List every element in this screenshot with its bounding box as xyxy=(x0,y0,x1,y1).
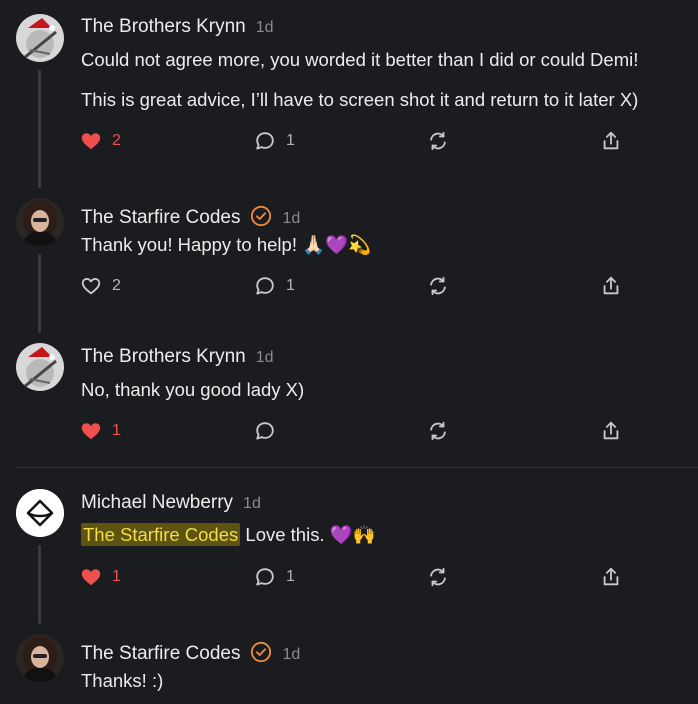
timestamp: 1d xyxy=(243,495,261,512)
comment-text-body: Love this. 💜🙌 xyxy=(245,524,376,545)
restack-button[interactable] xyxy=(427,419,449,443)
restack-icon xyxy=(427,275,449,297)
share-button[interactable] xyxy=(600,565,622,589)
comment: The Starfire Codes 1d Thank you! Happy t… xyxy=(0,190,698,335)
restack-button[interactable] xyxy=(427,565,449,589)
restack-button[interactable] xyxy=(427,274,449,298)
author-name[interactable]: The Starfire Codes xyxy=(81,207,240,229)
like-button[interactable]: 2 xyxy=(80,274,121,298)
reply-button[interactable]: 1 xyxy=(254,274,295,298)
comment: Michael Newberry 1d The Starfire Codes L… xyxy=(0,481,698,626)
restack-icon xyxy=(427,566,449,588)
comment: The Brothers Krynn 1d No, thank you good… xyxy=(0,335,698,465)
timestamp: 1d xyxy=(255,19,274,36)
like-count: 2 xyxy=(112,132,121,149)
heart-filled-icon xyxy=(80,130,102,152)
author-name[interactable]: The Brothers Krynn xyxy=(81,16,246,38)
restack-icon xyxy=(427,130,449,152)
reply-button[interactable]: 1 xyxy=(254,565,295,589)
restack-icon xyxy=(427,420,449,442)
reply-button[interactable] xyxy=(254,419,276,443)
mention-link[interactable]: The Starfire Codes xyxy=(81,523,241,546)
heart-filled-icon xyxy=(80,420,102,442)
author-name[interactable]: The Starfire Codes xyxy=(81,643,240,665)
share-button[interactable] xyxy=(600,419,622,443)
like-count: 1 xyxy=(112,422,121,439)
comment-text: This is great advice, I’ll have to scree… xyxy=(81,89,639,110)
verified-badge-icon xyxy=(250,205,272,227)
comment-actions: 2 1 xyxy=(80,274,640,298)
author-name[interactable]: The Brothers Krynn xyxy=(81,346,246,368)
comment-text: The Starfire Codes Love this. 💜🙌 xyxy=(81,523,376,546)
share-button[interactable] xyxy=(600,274,622,298)
like-count: 1 xyxy=(112,568,121,585)
share-icon xyxy=(600,275,622,297)
comment: The Starfire Codes 1d Thanks! :) xyxy=(0,626,698,704)
verified-badge-icon xyxy=(250,641,272,663)
timestamp: 1d xyxy=(255,349,274,366)
timestamp: 1d xyxy=(282,646,301,663)
avatar-michael-newberry[interactable] xyxy=(16,489,64,537)
comment-actions: 1 1 xyxy=(80,565,640,589)
thread-line xyxy=(38,545,41,624)
restack-button[interactable] xyxy=(427,129,449,153)
author-name[interactable]: Michael Newberry xyxy=(81,492,233,514)
comment-text: Could not agree more, you worded it bett… xyxy=(81,49,639,70)
share-icon xyxy=(600,130,622,152)
comment-text: Thank you! Happy to help! 🙏🏻💜💫 xyxy=(81,234,372,255)
thread-line xyxy=(38,254,41,333)
thread-divider xyxy=(16,467,698,468)
comment-text: No, thank you good lady X) xyxy=(81,379,305,400)
like-button[interactable]: 1 xyxy=(80,419,121,443)
comment-actions: 2 1 xyxy=(80,129,640,153)
share-button[interactable] xyxy=(600,129,622,153)
reply-count: 1 xyxy=(286,277,295,294)
heart-filled-icon xyxy=(80,566,102,588)
comment: The Brothers Krynn 1d Could not agree mo… xyxy=(0,0,698,190)
avatar-starfire-codes[interactable] xyxy=(16,634,64,682)
comment-bubble-icon xyxy=(254,566,276,588)
reply-count: 1 xyxy=(286,132,295,149)
reply-button[interactable]: 1 xyxy=(254,129,295,153)
reply-count: 1 xyxy=(286,568,295,585)
comment-actions: 1 xyxy=(80,419,640,443)
thread-line xyxy=(38,70,41,188)
comment-bubble-icon xyxy=(254,275,276,297)
timestamp: 1d xyxy=(282,210,301,227)
comment-text: Thanks! :) xyxy=(81,670,164,691)
like-button[interactable]: 1 xyxy=(80,565,121,589)
avatar-brothers-krynn[interactable] xyxy=(16,343,64,391)
heart-outline-icon xyxy=(80,275,102,297)
comment-bubble-icon xyxy=(254,130,276,152)
like-count: 2 xyxy=(112,277,121,294)
share-icon xyxy=(600,566,622,588)
avatar-brothers-krynn[interactable] xyxy=(16,14,64,62)
share-icon xyxy=(600,420,622,442)
comment-bubble-icon xyxy=(254,420,276,442)
avatar-starfire-codes[interactable] xyxy=(16,198,64,246)
like-button[interactable]: 2 xyxy=(80,129,121,153)
